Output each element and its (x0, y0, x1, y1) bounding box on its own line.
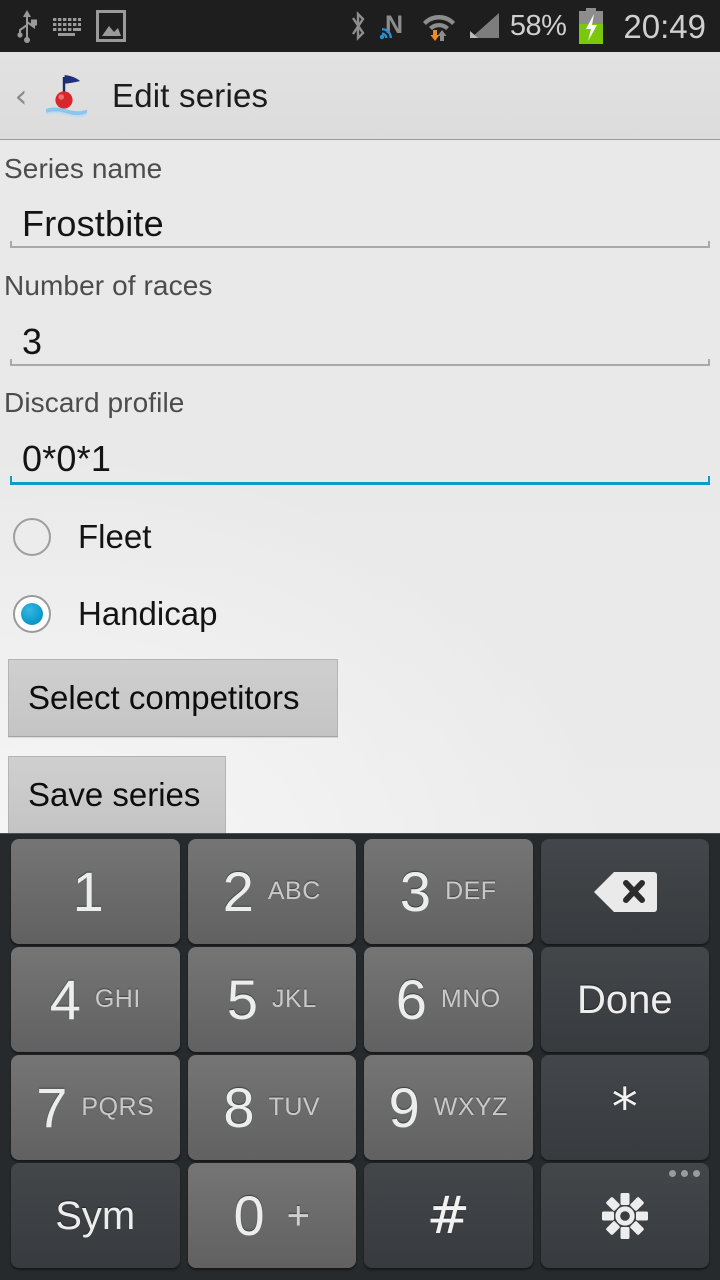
key-6[interactable]: 6 MNO (364, 947, 533, 1052)
key-9-letters: WXYZ (433, 1093, 508, 1121)
key-asterisk-label: * (611, 1077, 638, 1138)
radio-option-fleet[interactable]: Fleet (0, 510, 720, 564)
key-backspace[interactable] (540, 839, 709, 944)
key-done-label: Done (576, 977, 673, 1022)
key-asterisk[interactable]: * (540, 1055, 709, 1160)
edit-series-form: Series name Frostbite Number of races 3 … (0, 141, 720, 833)
racing-buoy-icon (46, 74, 87, 117)
key-7[interactable]: 7 PQRS (11, 1055, 180, 1160)
select-competitors-button[interactable]: Select competitors (8, 659, 338, 737)
number-of-races-label: Number of races (4, 270, 213, 301)
discard-profile-underline-focused (10, 476, 710, 485)
long-press-dots-icon (669, 1170, 700, 1177)
keyboard-icon (53, 18, 81, 36)
key-3-letters: DEF (445, 877, 497, 905)
radio-fleet-indicator[interactable] (13, 518, 51, 556)
key-9[interactable]: 9 WXYZ (364, 1055, 533, 1160)
key-7-letters: PQRS (81, 1093, 155, 1121)
radio-option-handicap[interactable]: Handicap (0, 587, 720, 641)
key-hash[interactable]: # (364, 1163, 533, 1268)
status-bar-right-icons: N 58% 20:49 (348, 8, 706, 44)
key-4[interactable]: 4 GHI (11, 947, 180, 1052)
keyboard-row: Sym 0 + # (7, 1163, 713, 1268)
key-7-digit: 7 (36, 1075, 68, 1139)
bluetooth-icon (351, 11, 365, 41)
discard-profile-label: Discard profile (4, 387, 185, 418)
cellular-signal-icon (469, 13, 499, 38)
svg-text:N: N (385, 11, 403, 39)
key-sym[interactable]: Sym (11, 1163, 180, 1268)
key-6-digit: 6 (395, 967, 427, 1031)
key-6-letters: MNO (440, 985, 501, 1013)
key-4-digit: 4 (49, 967, 81, 1031)
backspace-icon (593, 871, 657, 912)
action-bar: ‹ Edit series (0, 52, 720, 140)
key-5[interactable]: 5 JKL (187, 947, 356, 1052)
phone-screen: N 58% 20:49 ‹ Edit series Series name Fr… (0, 0, 720, 1280)
page-title: Edit series (112, 76, 269, 114)
key-1[interactable]: 1 (11, 839, 180, 944)
radio-handicap-dot (21, 603, 43, 625)
key-0-digit: 0 (233, 1183, 265, 1247)
key-settings[interactable] (540, 1163, 709, 1268)
battery-percent-label: 58% (509, 9, 567, 42)
radio-fleet-label: Fleet (78, 518, 152, 555)
key-9-digit: 9 (388, 1075, 420, 1139)
nfc-icon: N (379, 11, 403, 40)
status-bar-left-icons (16, 9, 126, 43)
battery-charging-icon (579, 8, 604, 44)
key-5-letters: JKL (272, 985, 317, 1013)
series-name-label: Series name (4, 153, 163, 184)
wifi-icon (422, 15, 455, 41)
key-0[interactable]: 0 + (187, 1163, 356, 1268)
key-4-letters: GHI (94, 985, 141, 1013)
series-name-input[interactable]: Frostbite (22, 203, 164, 245)
save-series-button[interactable]: Save series (8, 756, 226, 833)
key-2-letters: ABC (267, 877, 321, 905)
number-of-races-underline (10, 359, 710, 366)
keyboard-row: 1 2 ABC 3 DEF (7, 839, 713, 944)
key-2[interactable]: 2 ABC (187, 839, 356, 944)
radio-handicap-indicator[interactable] (13, 595, 51, 633)
key-hash-label: # (426, 1185, 471, 1246)
key-3[interactable]: 3 DEF (364, 839, 533, 944)
usb-icon (17, 10, 37, 43)
status-bar: N 58% 20:49 (0, 0, 720, 52)
key-8-letters: TUV (268, 1093, 321, 1121)
radio-handicap-label: Handicap (78, 595, 218, 632)
key-8[interactable]: 8 TUV (187, 1055, 356, 1160)
key-8-digit: 8 (223, 1075, 255, 1139)
key-0-plus: + (286, 1193, 310, 1238)
key-3-digit: 3 (399, 859, 432, 923)
up-back-caret-icon[interactable]: ‹ (6, 80, 36, 112)
status-bar-clock: 20:49 (623, 7, 706, 45)
keyboard-row: 7 PQRS 8 TUV 9 WXYZ * (7, 1055, 713, 1160)
keyboard-row: 4 GHI 5 JKL 6 MNO Done (7, 947, 713, 1052)
key-2-digit: 2 (222, 859, 254, 923)
series-name-underline (10, 241, 710, 248)
numeric-keyboard: 1 2 ABC 3 DEF 4 GHI 5 JKL 6 MNO Done 7 P… (0, 833, 720, 1280)
gear-icon (601, 1192, 648, 1239)
key-5-digit: 5 (226, 967, 259, 1031)
discard-profile-input[interactable]: 0*0*1 (22, 438, 111, 480)
key-1-digit: 1 (72, 859, 104, 923)
screenshot-image-icon (96, 10, 126, 42)
key-sym-label: Sym (55, 1193, 136, 1238)
key-done[interactable]: Done (540, 947, 709, 1052)
number-of-races-input[interactable]: 3 (22, 321, 42, 363)
